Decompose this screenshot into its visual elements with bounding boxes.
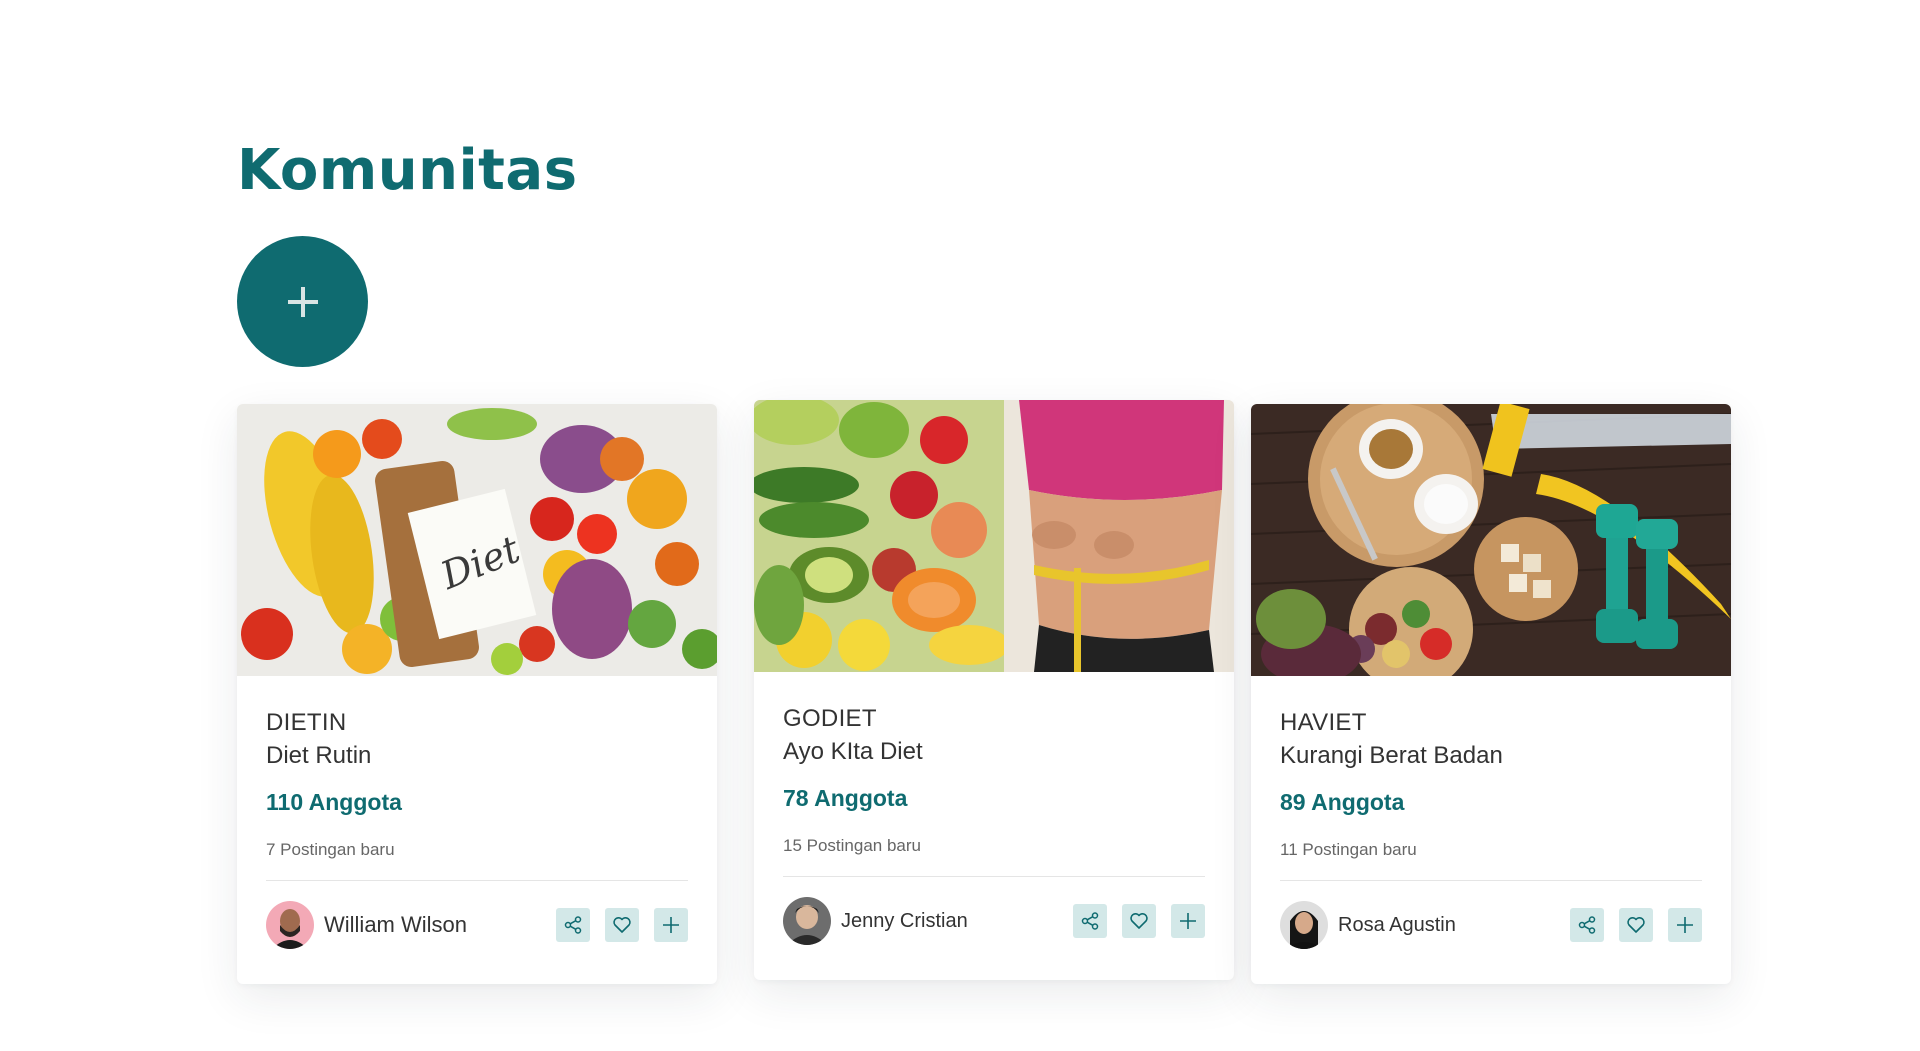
- community-image: [754, 400, 1234, 672]
- community-owner[interactable]: William Wilson: [266, 901, 467, 949]
- member-count: 78 Anggota: [783, 785, 908, 811]
- owner-name: Jenny Cristian: [841, 909, 968, 932]
- community-card[interactable]: GODIET Ayo KIta Diet 78 Anggota 15 Posti…: [754, 400, 1234, 980]
- heart-icon: [613, 917, 631, 933]
- owner-name: William Wilson: [324, 912, 467, 937]
- page-title: Komunitas: [237, 138, 578, 203]
- new-posts-count: 11 Postingan baru: [1280, 840, 1417, 859]
- community-card[interactable]: Diet DIETIN Diet Rutin 110 Anggota 7 Pos…: [237, 404, 717, 984]
- member-count: 110 Anggota: [266, 789, 402, 815]
- share-icon: [1081, 912, 1099, 930]
- share-icon: [1578, 916, 1596, 934]
- heart-icon: [1627, 917, 1645, 933]
- community-owner[interactable]: Jenny Cristian: [783, 897, 968, 945]
- community-code: DIETIN: [266, 709, 347, 736]
- share-button[interactable]: [556, 908, 590, 942]
- join-button[interactable]: [1171, 904, 1205, 938]
- plus-icon: [663, 917, 679, 933]
- plus-icon: [287, 286, 318, 317]
- owner-name: Rosa Agustin: [1338, 913, 1456, 936]
- plus-icon: [1677, 917, 1693, 933]
- community-name: Kurangi Berat Badan: [1280, 742, 1503, 769]
- member-count: 89 Anggota: [1280, 789, 1405, 815]
- community-card[interactable]: HAVIET Kurangi Berat Badan 89 Anggota 11…: [1251, 404, 1731, 984]
- join-button[interactable]: [654, 908, 688, 942]
- community-page: Komunitas Diet DIETIN Diet Rutin 110 Ang…: [0, 0, 1920, 1051]
- like-button[interactable]: [605, 908, 639, 942]
- like-button[interactable]: [1619, 908, 1653, 942]
- plus-icon: [1180, 913, 1196, 929]
- share-icon: [564, 916, 582, 934]
- community-name: Ayo KIta Diet: [783, 738, 923, 765]
- heart-icon: [1130, 913, 1148, 929]
- like-button[interactable]: [1122, 904, 1156, 938]
- avatar: [266, 901, 314, 949]
- community-code: GODIET: [783, 705, 877, 732]
- new-posts-count: 7 Postingan baru: [266, 840, 395, 859]
- join-button[interactable]: [1668, 908, 1702, 942]
- community-code: HAVIET: [1280, 709, 1367, 736]
- share-button[interactable]: [1570, 908, 1604, 942]
- avatar: [783, 897, 831, 945]
- avatar: [1280, 901, 1328, 949]
- community-image: [1251, 404, 1731, 676]
- share-button[interactable]: [1073, 904, 1107, 938]
- community-owner[interactable]: Rosa Agustin: [1280, 901, 1456, 949]
- add-community-button[interactable]: [237, 236, 368, 367]
- community-name: Diet Rutin: [266, 742, 372, 769]
- new-posts-count: 15 Postingan baru: [783, 836, 921, 855]
- community-image: Diet: [237, 404, 717, 676]
